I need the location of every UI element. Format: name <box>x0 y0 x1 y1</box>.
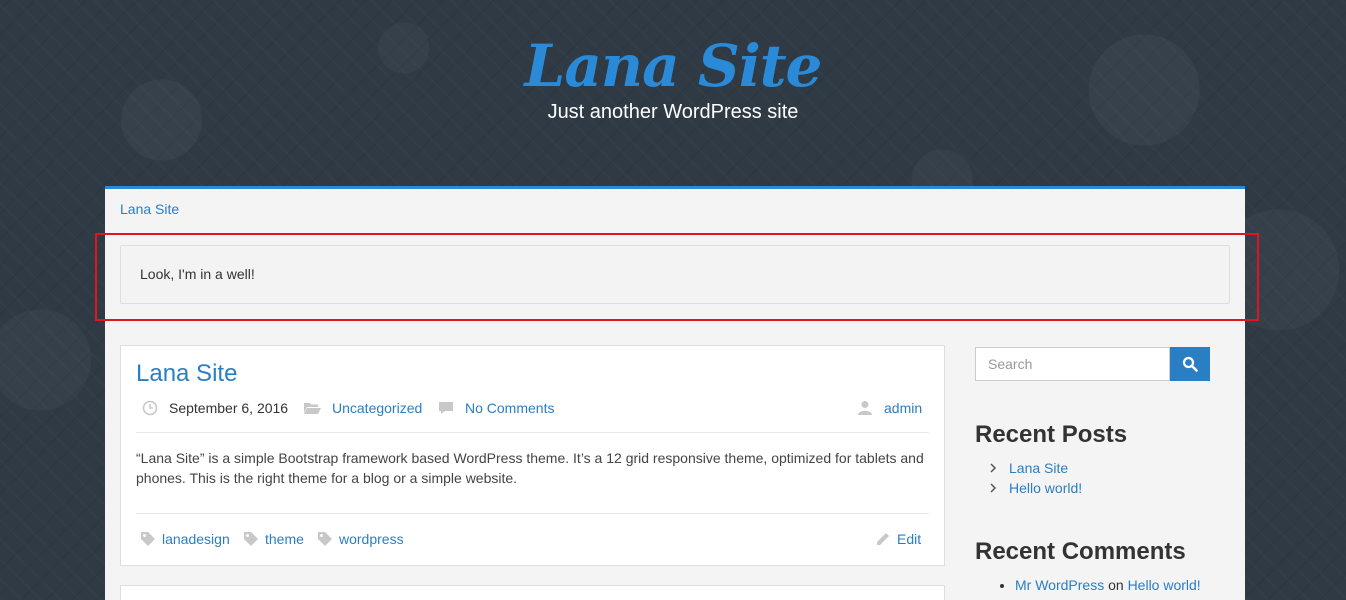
post-author-link[interactable]: admin <box>884 398 922 418</box>
tag-item: theme <box>243 529 304 549</box>
comment-icon <box>439 402 453 414</box>
edit-post-link[interactable]: Edit <box>897 529 921 549</box>
clock-icon <box>142 400 158 416</box>
tag-link-lanadesign[interactable]: lanadesign <box>162 529 230 549</box>
post-author: admin <box>856 398 922 418</box>
recent-comments-title: Recent Comments <box>975 538 1186 565</box>
search-icon <box>1182 356 1198 372</box>
site-tagline: Just another WordPress site <box>547 101 799 123</box>
comment-author-link[interactable]: Mr WordPress <box>1015 577 1104 593</box>
list-item: Mr WordPress on Hello world! <box>1015 575 1201 595</box>
post-date-text: September 6, 2016 <box>169 400 289 416</box>
recent-comments-list: Mr WordPress on Hello world! <box>997 575 1201 595</box>
tag-item: wordpress <box>317 529 404 549</box>
user-icon <box>858 401 872 415</box>
post-title-link[interactable]: Lana Site <box>136 360 237 388</box>
post-category: Uncategorized <box>302 398 422 418</box>
recent-posts-title: Recent Posts <box>975 421 1128 448</box>
post-card: Lana Site September 6, 2016 Uncategorize… <box>120 345 945 566</box>
comment-post-link[interactable]: Hello world! <box>1128 577 1201 593</box>
recent-post-link[interactable]: Lana Site <box>1009 460 1068 476</box>
navbar-brand-link[interactable]: Lana Site <box>120 199 179 219</box>
tag-icon <box>244 532 258 546</box>
tag-link-wordpress[interactable]: wordpress <box>339 529 404 549</box>
pencil-icon <box>877 533 889 545</box>
post-card-next <box>120 585 945 600</box>
search-button[interactable] <box>1170 347 1210 381</box>
list-item: Hello world! <box>975 478 1082 498</box>
tag-icon <box>318 532 332 546</box>
post-divider-top <box>136 432 929 433</box>
recent-posts-list: Lana Site Hello world! <box>975 458 1082 498</box>
post-divider-bottom <box>136 513 929 514</box>
post-comments-link[interactable]: No Comments <box>465 398 554 418</box>
post-date: September 6, 2016 <box>141 398 288 418</box>
search-input[interactable] <box>975 347 1170 381</box>
tag-item: lanadesign <box>140 529 230 549</box>
main-container: Lana Site Look, I'm in a well! Lana Site… <box>95 186 1259 600</box>
site-title[interactable]: Lana Site <box>0 30 1346 102</box>
post-category-link[interactable]: Uncategorized <box>332 398 422 418</box>
comment-on-text: on <box>1108 577 1124 593</box>
tag-link-theme[interactable]: theme <box>265 529 304 549</box>
tag-icon <box>141 532 155 546</box>
post-meta: September 6, 2016 Uncategorized No Comme… <box>136 398 922 418</box>
list-item: Lana Site <box>975 458 1082 478</box>
edit-item: Edit <box>875 529 921 549</box>
well-text: Look, I'm in a well! <box>140 266 255 282</box>
chevron-right-icon <box>990 463 997 473</box>
folder-open-icon <box>304 403 321 414</box>
post-comments: No Comments <box>437 398 554 418</box>
well: Look, I'm in a well! <box>120 245 1230 304</box>
recent-post-link[interactable]: Hello world! <box>1009 480 1082 496</box>
post-excerpt: “Lana Site” is a simple Bootstrap framew… <box>136 450 924 486</box>
site-header: Lana Site Just another WordPress site <box>0 0 1346 186</box>
post-footer: lanadesign theme wordpress Edit <box>136 529 921 549</box>
chevron-right-icon <box>990 483 997 493</box>
